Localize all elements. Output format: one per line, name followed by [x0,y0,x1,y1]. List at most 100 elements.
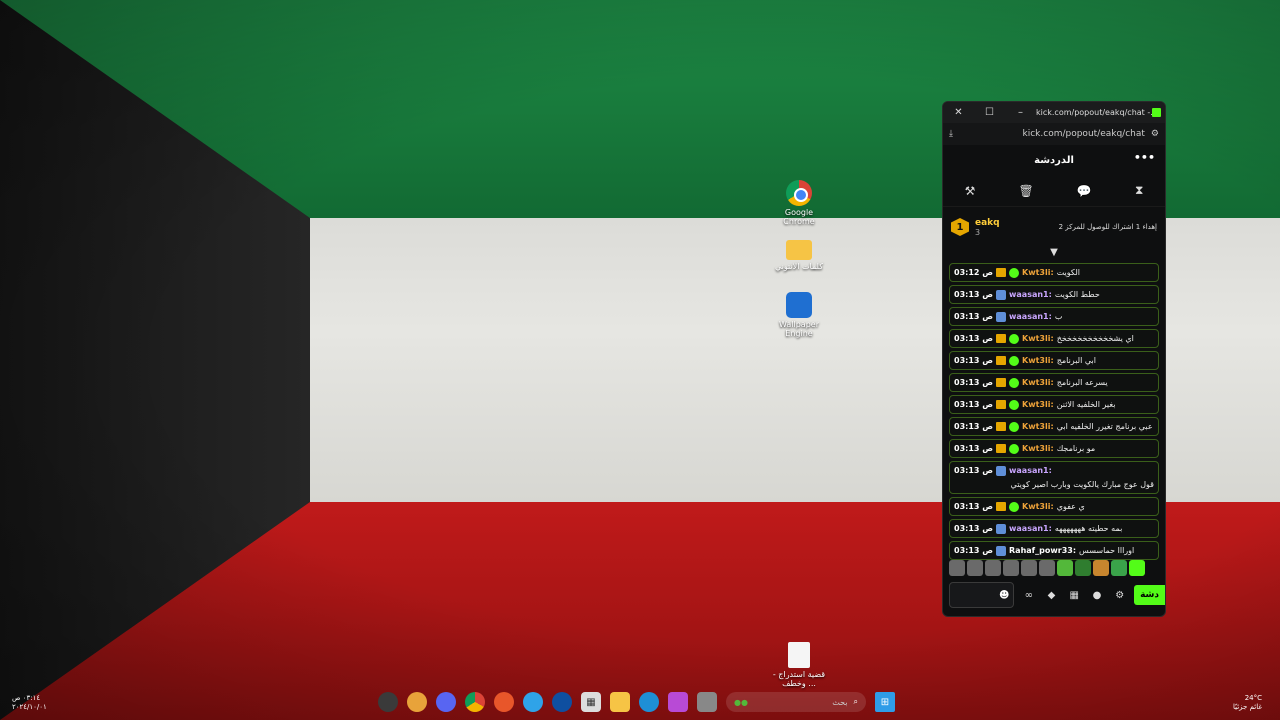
message-username[interactable]: Kwt3li: [1022,443,1054,454]
chat-bubble-icon[interactable]: 💬 [1077,184,1092,198]
emote[interactable] [1057,560,1073,576]
taskbar-search[interactable]: ●● بحث ⌕ [726,692,866,712]
hp-icon[interactable] [552,692,572,712]
emote[interactable] [1021,560,1037,576]
message-username[interactable]: waasan1: [1009,465,1052,476]
discord-icon[interactable] [436,692,456,712]
taskbar: ٠٣:١٤ ص ٢٠٢٤/١٠/٠١ ▦ ●● بحث ⌕ ⊞ 24°C غائ… [0,688,1280,720]
weather-widget[interactable]: 24°C غائم جزئيًا [1233,694,1262,712]
task-view-icon[interactable] [697,692,717,712]
send-chat-button[interactable]: دشة [1134,585,1165,605]
site-settings-icon[interactable]: ⚙ [1151,129,1159,139]
emoji-icon[interactable]: ☻ [999,590,1009,601]
emote-bar [949,560,1159,576]
chat-message[interactable]: 03:13 ص Rahaf_powr33: اورااا حماسسس [949,541,1159,560]
trash-icon[interactable]: 🗑 [1018,184,1033,198]
chat-message[interactable]: 03:13 ص Kwt3li: يسرعه البرنامج [949,373,1159,392]
emote[interactable] [1093,560,1109,576]
message-time: 03:13 ص [954,334,994,343]
desktop-icon-document[interactable]: قضية استدراج - وخطف ... [769,642,829,688]
chrome-icon[interactable] [465,692,485,712]
store-icon[interactable]: ▦ [581,692,601,712]
chat-message-list: 03:12 ص Kwt3li: الكويت 03:13 ص waasan1: حطط ا… [943,259,1165,560]
message-text: ب [1054,312,1063,321]
hourglass-icon[interactable]: ⧗ [1135,183,1143,198]
app-icon[interactable] [494,692,514,712]
start-icon[interactable]: ⊞ [875,692,895,712]
emote[interactable] [1129,560,1145,576]
chat-message[interactable]: 03:13 ص waasan1: ب [949,307,1159,326]
close-icon[interactable]: ✕ [943,107,974,118]
emote[interactable] [1075,560,1091,576]
og-badge-icon [996,523,1007,534]
obs-icon[interactable] [378,692,398,712]
desktop-icon-folder[interactable]: كلمات الانتوني [769,236,829,271]
desktop-icon-label: Wallpaper Engine [778,320,819,338]
copilot-icon[interactable] [668,692,688,712]
emote[interactable] [1111,560,1127,576]
search-decoration-icon: ●● [734,697,748,707]
emote[interactable] [1039,560,1055,576]
infinity-icon[interactable]: ∞ [1020,590,1037,601]
desktop-icon-wallpaper-engine[interactable]: Wallpaper Engine [769,292,829,338]
store-icon[interactable]: ▦ [1066,590,1083,601]
minimize-icon[interactable]: – [1005,107,1036,118]
clock-date: ٢٠٢٤/١٠/٠١ [12,703,47,711]
help-icon[interactable] [523,692,543,712]
edge-icon[interactable] [639,692,659,712]
shapes-icon[interactable]: ◆ [1043,590,1060,601]
og-badge-icon [996,289,1007,300]
more-options-icon[interactable]: ••• [1134,151,1155,164]
chat-message[interactable]: 03:13 ص waasan1: قول عوج مبارك يالكويت وبا… [949,461,1159,494]
chat-message[interactable]: 03:13 ص Kwt3li: بغير الخلفيه الاثنن [949,395,1159,414]
maximize-icon[interactable]: ☐ [974,107,1005,118]
message-username[interactable]: waasan1: [1009,289,1052,300]
chat-message[interactable]: 03:13 ص Kwt3li: ي عفوي [949,497,1159,516]
clock-time: ٠٣:١٤ ص [12,694,41,702]
message-username[interactable]: Kwt3li: [1022,267,1054,278]
message-time: 03:13 ص [954,502,994,511]
wallpaper-engine-icon [786,292,812,318]
message-username[interactable]: waasan1: [1009,311,1052,322]
message-username[interactable]: Kwt3li: [1022,377,1054,388]
chat-input-row: ☻ ∞ ◆ ▦ ● ⚙ دشة [949,582,1165,608]
message-username[interactable]: Kwt3li: [1022,399,1054,410]
hammer-icon[interactable]: ⚒ [965,184,976,198]
message-text: قول عوج مبارك يالكويت وبارب اصير كويتي [1010,480,1154,489]
emote[interactable] [967,560,983,576]
verified-badge-icon [1009,399,1020,410]
chat-message[interactable]: 03:13 ص Kwt3li: ابي البرنامج [949,351,1159,370]
file-explorer-icon[interactable] [610,692,630,712]
message-username[interactable]: Kwt3li: [1022,333,1054,344]
og-badge-icon [996,545,1007,556]
message-time: 03:13 ص [954,524,994,533]
chat-message[interactable]: 03:13 ص Kwt3li: مو برنامجك [949,439,1159,458]
emote[interactable] [985,560,1001,576]
message-username[interactable]: Rahaf_powr33: [1009,545,1076,556]
message-username[interactable]: waasan1: [1009,523,1052,534]
verified-badge-icon [1009,267,1020,278]
chat-message[interactable]: 03:13 ص Kwt3li:لا ي عبي برنامج تغيرر الخل… [949,417,1159,436]
chat-message[interactable]: 03:13 ص Kwt3li: اي يشخخخخخخخخخخخ [949,329,1159,348]
chat-input[interactable]: ☻ [949,582,1015,608]
chat-message[interactable]: 03:13 ص waasan1: حطط الكويت [949,285,1159,304]
subscriber-badge-icon [996,378,1007,387]
clock[interactable]: ٠٣:١٤ ص ٢٠٢٤/١٠/٠١ [12,694,47,712]
pinned-username[interactable]: eakq [975,218,1000,228]
chat-message[interactable]: 03:13 ص waasan1: بمه حطيته هههههههه [949,519,1159,538]
filter-icon[interactable]: ▼ [943,247,1165,259]
url-text[interactable]: kick.com/popout/eakq/chat [953,129,1151,139]
emote[interactable] [1003,560,1019,576]
message-time: 03:13 ص [954,356,994,365]
desktop-icon-chrome[interactable]: Google Chrome [769,180,829,226]
emote[interactable] [949,560,965,576]
og-badge-icon [996,465,1007,476]
app-icon[interactable] [407,692,427,712]
verified-badge-icon [1009,333,1020,344]
message-username[interactable]: Kwt3li: [1022,501,1054,512]
message-username[interactable]: Kwt3li: [1022,355,1054,366]
chat-icon[interactable]: ● [1089,590,1106,601]
settings-icon[interactable]: ⚙ [1111,590,1128,601]
chat-message[interactable]: 03:12 ص Kwt3li: الكويت [949,263,1159,282]
message-username[interactable]: Kwt3li: [1022,421,1054,432]
